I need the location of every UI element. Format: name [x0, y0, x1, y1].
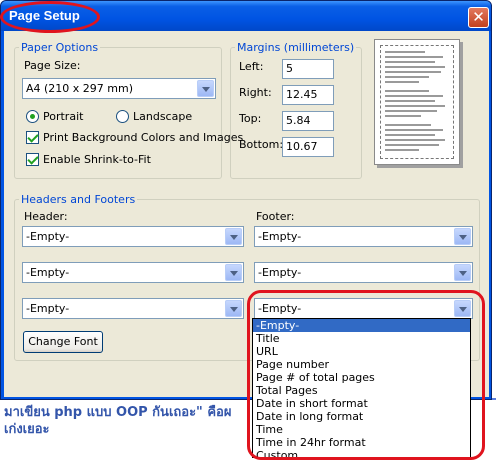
background-text-line-2: เก่งเยอะ [4, 422, 50, 437]
chevron-down-icon[interactable] [454, 228, 471, 245]
header-select-1-value: -Empty- [26, 230, 70, 243]
preview-line [385, 95, 443, 97]
footer-select-1[interactable]: -Empty- [254, 226, 473, 247]
preview-line [385, 134, 435, 136]
change-font-button[interactable]: Change Font [23, 331, 103, 353]
dropdown-annotation-outline [247, 290, 485, 460]
margin-bottom-input[interactable]: 10.67 [282, 137, 334, 157]
margin-bottom-label: Bottom: [239, 138, 284, 151]
header-select-1[interactable]: -Empty- [22, 226, 244, 247]
print-background-label[interactable]: Print Background Colors and Images [43, 131, 243, 144]
preview-line [385, 61, 435, 63]
chevron-down-icon[interactable] [225, 264, 242, 281]
header-label: Header: [24, 210, 68, 223]
preview-margin-box [380, 45, 454, 159]
chevron-down-icon[interactable] [197, 80, 214, 97]
preview-line [385, 110, 437, 112]
background-text-line-1: มาเขียน php แบบ OOP กันเถอะ" คือผ [4, 405, 232, 420]
shrink-to-fit-label[interactable]: Enable Shrink-to-Fit [43, 153, 151, 166]
preview-line [385, 76, 429, 78]
footer-select-2[interactable]: -Empty- [254, 262, 473, 283]
close-button[interactable]: ✕ [468, 7, 489, 28]
margin-top-input[interactable]: 5.84 [282, 111, 334, 131]
landscape-radio[interactable] [116, 110, 129, 123]
portrait-radio[interactable] [26, 110, 39, 123]
preview-line [385, 66, 445, 68]
page-size-label: Page Size: [24, 59, 81, 72]
page-size-select[interactable]: A4 (210 x 297 mm) [22, 78, 216, 99]
page-preview [374, 39, 460, 165]
margin-top-label: Top: [239, 112, 262, 125]
margin-right-input[interactable]: 12.45 [282, 85, 334, 105]
portrait-label[interactable]: Portrait [43, 110, 83, 123]
preview-line [385, 81, 419, 83]
footer-label: Footer: [256, 210, 295, 223]
footer-select-1-value: -Empty- [258, 230, 302, 243]
preview-line [385, 90, 429, 92]
margins-legend: Margins (millimeters) [237, 41, 355, 54]
page-size-value: A4 (210 x 297 mm) [26, 82, 134, 95]
headers-footers-legend: Headers and Footers [21, 193, 136, 206]
paper-options-legend: Paper Options [21, 41, 99, 54]
preview-line [385, 149, 419, 151]
header-select-2[interactable]: -Empty- [22, 262, 244, 283]
header-select-3-value: -Empty- [26, 302, 70, 315]
preview-line [385, 71, 441, 73]
chevron-down-icon[interactable] [225, 300, 242, 317]
close-icon: ✕ [472, 8, 485, 26]
margin-right-label: Right: [239, 86, 272, 99]
preview-line [385, 56, 443, 58]
preview-line [385, 124, 431, 126]
landscape-label[interactable]: Landscape [133, 110, 192, 123]
preview-line [385, 105, 445, 107]
margin-left-input[interactable]: 5 [282, 59, 334, 79]
title-annotation-oval [0, 1, 100, 33]
footer-select-2-value: -Empty- [258, 266, 302, 279]
preview-line [385, 100, 435, 102]
preview-line [385, 139, 445, 141]
background-text: มาเขียน php แบบ OOP กันเถอะ" คือผ เก่งเย… [4, 404, 254, 438]
print-background-checkbox[interactable] [26, 131, 39, 144]
chevron-down-icon[interactable] [454, 264, 471, 281]
preview-line [385, 115, 421, 117]
header-select-3[interactable]: -Empty- [22, 298, 244, 319]
preview-line [385, 144, 439, 146]
preview-line [385, 129, 443, 131]
margin-left-label: Left: [239, 60, 264, 73]
chevron-down-icon[interactable] [225, 228, 242, 245]
preview-line [385, 51, 425, 53]
header-select-2-value: -Empty- [26, 266, 70, 279]
shrink-to-fit-checkbox[interactable] [26, 153, 39, 166]
